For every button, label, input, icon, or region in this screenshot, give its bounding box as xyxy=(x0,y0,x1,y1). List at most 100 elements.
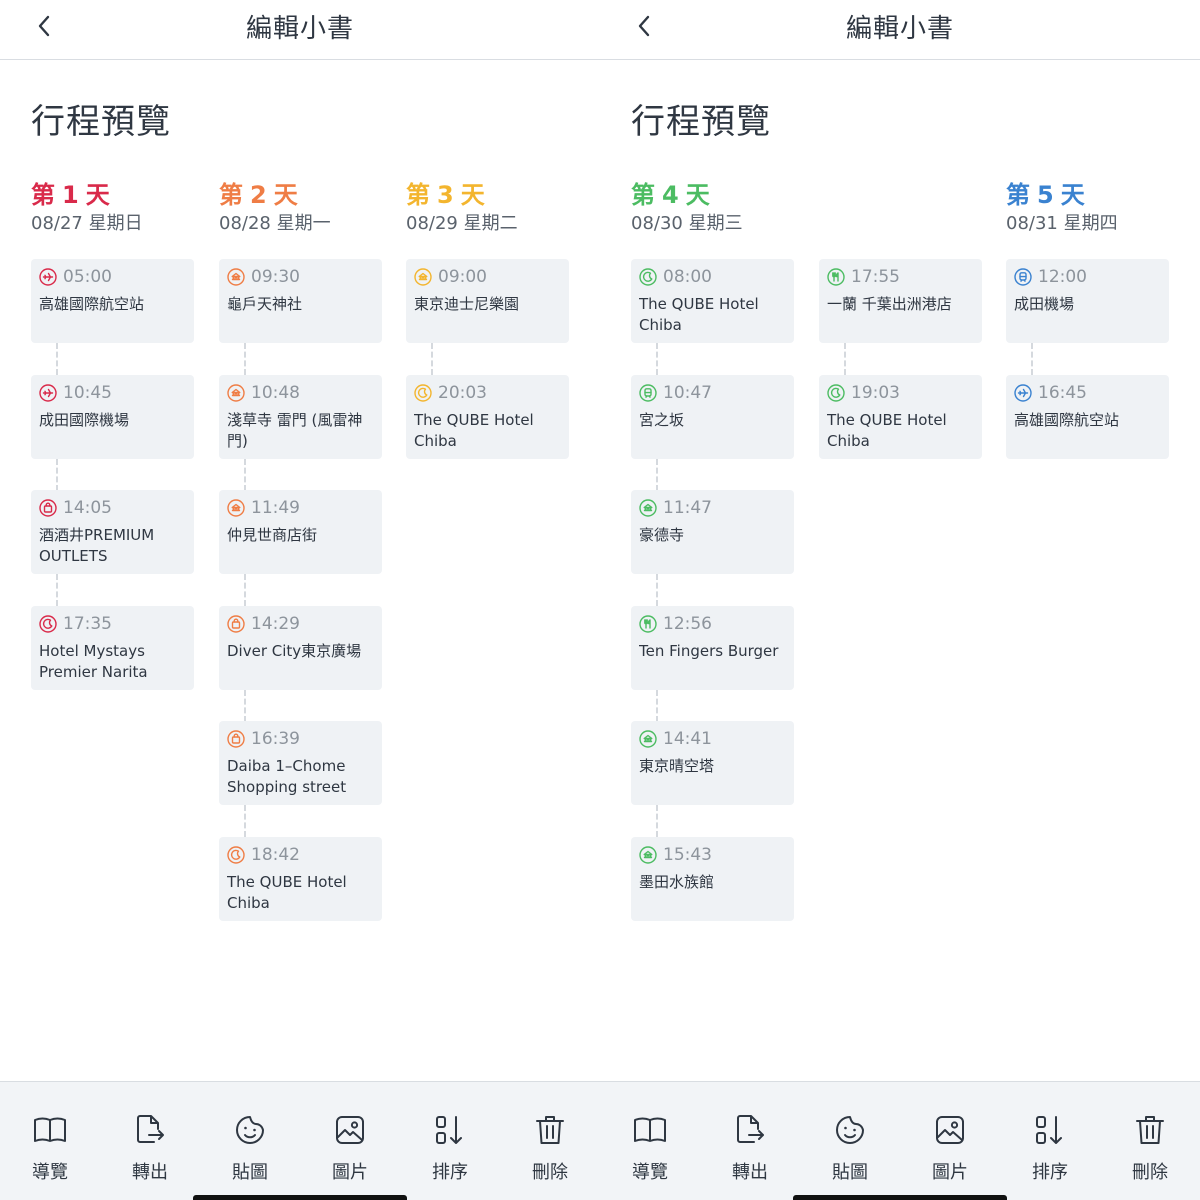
plane-icon xyxy=(39,383,57,402)
card-time: 19:03 xyxy=(827,382,974,404)
toolbar-sort-button[interactable]: 排序 xyxy=(400,1082,500,1200)
card-time: 09:00 xyxy=(414,266,561,288)
image-icon xyxy=(336,1116,364,1144)
card-time-value: 14:05 xyxy=(63,498,112,518)
itinerary-card[interactable]: 05:00 高雄國際航空站 xyxy=(31,259,194,343)
card-time-value: 14:41 xyxy=(663,729,712,749)
day-date: 08/28 星期一 xyxy=(219,213,331,234)
card-place-name: 宮之坂 xyxy=(639,410,685,429)
attraction-icon xyxy=(414,268,432,286)
itinerary-card[interactable]: 16:45 高雄國際航空站 xyxy=(1006,374,1169,459)
plane-icon xyxy=(1014,383,1032,402)
itinerary-card[interactable]: 17:35 Hotel Mystays Premier Narita xyxy=(31,605,194,690)
card-time-value: 18:42 xyxy=(251,844,300,865)
itinerary-card[interactable]: 16:39 Daiba 1–Chome Shopping street xyxy=(219,721,382,805)
header-title: 編輯小書 xyxy=(845,14,954,44)
itinerary-card[interactable]: 11:47 豪德寺 xyxy=(631,490,794,574)
card-time: 14:29 xyxy=(227,613,374,635)
toolbar-label: 導覽 xyxy=(32,1162,68,1183)
book-icon xyxy=(634,1117,666,1142)
page-title: 行程預覽 xyxy=(631,102,771,142)
moon-icon xyxy=(827,383,845,402)
card-time: 18:42 xyxy=(227,844,374,866)
card-time: 14:41 xyxy=(639,728,786,750)
toolbar-file-export-button[interactable]: 轉出 xyxy=(700,1082,800,1200)
timeline-connector xyxy=(656,458,658,491)
card-time: 08:00 xyxy=(639,266,786,288)
itinerary-card[interactable]: 17:55 一蘭 千葉出洲港店 xyxy=(819,259,982,343)
card-time: 20:03 xyxy=(414,382,561,404)
day-date: 08/31 星期四 xyxy=(1006,213,1118,234)
file-export-icon xyxy=(737,1115,764,1143)
toolbar-book-button[interactable]: 導覽 xyxy=(600,1082,700,1200)
day-date: 08/29 星期二 xyxy=(406,213,518,234)
itinerary-card[interactable]: 10:48 淺草寺 雷門 (風雷神門) xyxy=(219,374,382,459)
itinerary-card[interactable]: 10:45 成田國際機場 xyxy=(31,374,194,459)
card-time: 11:47 xyxy=(639,497,786,519)
timeline-connector xyxy=(244,805,246,837)
card-time-value: 16:39 xyxy=(251,729,300,749)
itinerary-card[interactable]: 18:42 The QUBE Hotel Chiba xyxy=(219,836,382,921)
attraction-icon xyxy=(227,383,245,402)
card-time-value: 20:03 xyxy=(438,382,487,403)
itinerary-card[interactable]: 11:49 仲見世商店街 xyxy=(219,490,382,574)
card-time-value: 17:35 xyxy=(63,613,112,634)
card-place-name: 豪德寺 xyxy=(639,526,685,544)
toolbar-label: 排序 xyxy=(432,1162,468,1183)
attraction-icon xyxy=(227,268,245,286)
card-place-name: 墨田水族館 xyxy=(639,872,715,891)
attraction-icon xyxy=(227,499,245,517)
itinerary-card[interactable]: 14:05 酒酒井PREMIUM OUTLETS xyxy=(31,490,194,574)
timeline-connector xyxy=(656,574,658,606)
toolbar-sort-button[interactable]: 排序 xyxy=(1000,1082,1100,1200)
toolbar-book-button[interactable]: 導覽 xyxy=(0,1082,100,1200)
card-place-name: 高雄國際航空站 xyxy=(39,295,145,313)
card-time-value: 05:00 xyxy=(63,267,112,287)
itinerary-card[interactable]: 08:00 The QUBE Hotel Chiba xyxy=(631,259,794,343)
timeline-connector xyxy=(844,343,846,375)
toolbar-label: 轉出 xyxy=(732,1162,768,1183)
itinerary-card[interactable]: 19:03 The QUBE Hotel Chiba xyxy=(819,374,982,459)
toolbar-sticker-button[interactable]: 貼圖 xyxy=(200,1082,300,1200)
nav-header: 編輯小書 xyxy=(600,0,1200,60)
card-time-value: 10:47 xyxy=(663,382,712,403)
toolbar-file-export-button[interactable]: 轉出 xyxy=(100,1082,200,1200)
toolbar-image-button[interactable]: 圖片 xyxy=(900,1082,1000,1200)
toolbar-label: 刪除 xyxy=(1132,1162,1168,1183)
toolbar-trash-button[interactable]: 刪除 xyxy=(500,1082,600,1200)
card-place-name: 成田機場 xyxy=(1014,295,1075,313)
itinerary-card[interactable]: 12:00 成田機場 xyxy=(1006,259,1169,343)
screen-right: 編輯小書 行程預覽 第4天 08/30 星期三 08:00 The QUBE H… xyxy=(600,0,1200,1200)
toolbar-sticker-button[interactable]: 貼圖 xyxy=(800,1082,900,1200)
itinerary-card[interactable]: 20:03 The QUBE Hotel Chiba xyxy=(406,374,569,459)
sort-icon xyxy=(1036,1116,1062,1144)
card-time: 17:35 xyxy=(39,613,186,635)
itinerary-card[interactable]: 09:00 東京迪士尼樂園 xyxy=(406,259,569,343)
card-place-name: The QUBE Hotel Chiba xyxy=(227,872,347,912)
day-title: 第5天 xyxy=(1006,181,1086,209)
toolbar-label: 刪除 xyxy=(532,1162,568,1183)
toolbar-image-button[interactable]: 圖片 xyxy=(300,1082,400,1200)
image-icon xyxy=(936,1116,964,1144)
card-time: 11:49 xyxy=(227,497,374,519)
itinerary-card[interactable]: 10:47 宮之坂 xyxy=(631,374,794,459)
card-place-name: Ten Fingers Burger xyxy=(639,641,779,660)
card-time: 10:45 xyxy=(39,382,186,404)
home-indicator xyxy=(793,1195,1007,1200)
home-indicator xyxy=(193,1195,407,1200)
card-time: 17:55 xyxy=(827,266,974,288)
day-column-1: 第1天 08/27 星期日 05:00 高雄國際航空站 10:45 成田國際機場… xyxy=(31,175,195,690)
moon-icon xyxy=(639,268,657,286)
itinerary-card[interactable]: 12:56 Ten Fingers Burger xyxy=(631,605,794,690)
itinerary-card[interactable]: 15:43 墨田水族館 xyxy=(631,836,794,921)
card-time-value: 19:03 xyxy=(851,382,900,403)
moon-icon xyxy=(227,845,245,864)
trash-icon xyxy=(536,1116,564,1144)
toolbar-trash-button[interactable]: 刪除 xyxy=(1100,1082,1200,1200)
itinerary-card[interactable]: 14:41 東京晴空塔 xyxy=(631,721,794,805)
itinerary-card[interactable]: 09:30 龜戶天神社 xyxy=(219,259,382,343)
card-place-name: Hotel Mystays Premier Narita xyxy=(39,641,148,681)
restaurant-icon xyxy=(827,268,845,286)
itinerary-card[interactable]: 14:29 Diver City東京廣場 xyxy=(219,605,382,690)
card-place-name: 仲見世商店街 xyxy=(227,526,318,544)
